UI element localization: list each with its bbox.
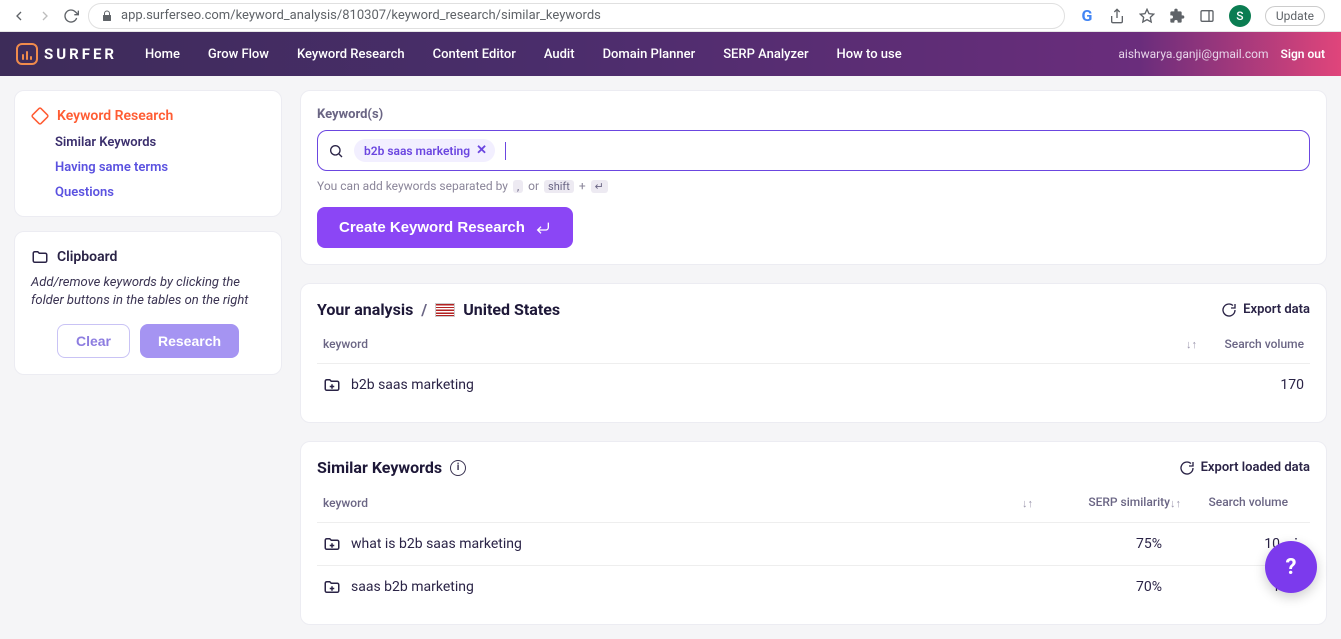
- sort-icon[interactable]: ↓↑: [1186, 338, 1197, 351]
- add-to-clipboard-icon[interactable]: [323, 578, 341, 596]
- browser-chrome: app.surferseo.com/keyword_analysis/81030…: [0, 0, 1341, 32]
- export-data-button[interactable]: Export data: [1221, 302, 1310, 318]
- col-keyword[interactable]: keyword: [323, 496, 1022, 510]
- create-keyword-research-button[interactable]: Create Keyword Research: [317, 207, 573, 248]
- keyword-chip-label: b2b saas marketing: [364, 144, 470, 158]
- nav-grow-flow[interactable]: Grow Flow: [208, 47, 269, 62]
- info-icon[interactable]: i: [450, 460, 466, 476]
- export-icon: [1179, 460, 1195, 476]
- volume-cell: 10: [1180, 536, 1280, 552]
- export-loaded-data-button[interactable]: Export loaded data: [1179, 460, 1310, 476]
- folder-icon: [31, 248, 49, 266]
- similarity-cell: 75%: [1032, 536, 1162, 552]
- sidebar-item-questions[interactable]: Questions: [55, 185, 265, 200]
- keyword-research-icon: [31, 107, 49, 125]
- clear-button[interactable]: Clear: [57, 324, 130, 358]
- kbd-enter: ↵: [591, 180, 608, 193]
- analysis-country: United States: [463, 300, 560, 319]
- url-text: app.surferseo.com/keyword_analysis/81030…: [121, 8, 601, 23]
- keyword-cell: what is b2b saas marketing: [351, 536, 522, 552]
- google-icon[interactable]: G: [1079, 8, 1095, 24]
- sidebar-nav-card: Keyword Research Similar Keywords Having…: [14, 90, 282, 217]
- help-fab[interactable]: ?: [1265, 541, 1317, 593]
- add-to-clipboard-icon[interactable]: [323, 376, 341, 394]
- remove-chip-icon[interactable]: ✕: [476, 143, 487, 158]
- nav-home[interactable]: Home: [145, 47, 180, 62]
- similar-keywords-card: Similar Keywords i Export loaded data ke…: [300, 441, 1327, 624]
- nav-keyword-research[interactable]: Keyword Research: [297, 47, 405, 62]
- share-icon[interactable]: [1109, 8, 1125, 24]
- user-email: aishwarya.ganji@gmail.com: [1118, 47, 1268, 61]
- url-bar[interactable]: app.surferseo.com/keyword_analysis/81030…: [88, 3, 1065, 29]
- nav-domain-planner[interactable]: Domain Planner: [603, 47, 696, 62]
- sidebar-item-similar-keywords[interactable]: Similar Keywords: [55, 135, 265, 150]
- logo-icon: [16, 43, 38, 65]
- keyword-chip[interactable]: b2b saas marketing ✕: [354, 139, 495, 162]
- table-row: saas b2b marketing 70% 1: [317, 565, 1310, 608]
- extensions-icon[interactable]: [1169, 8, 1185, 24]
- profile-avatar[interactable]: S: [1229, 5, 1251, 27]
- clipboard-card: Clipboard Add/remove keywords by clickin…: [14, 231, 282, 375]
- similar-title: Similar Keywords: [317, 458, 442, 477]
- star-icon[interactable]: [1139, 8, 1155, 24]
- sort-icon[interactable]: ↓↑: [1022, 497, 1033, 510]
- keyword-cell: saas b2b marketing: [351, 579, 474, 595]
- kbd-comma: ,: [513, 180, 523, 193]
- your-analysis-card: Your analysis / United States Export dat…: [300, 283, 1327, 423]
- update-button[interactable]: Update: [1265, 6, 1325, 26]
- keyword-input-card: Keyword(s) b2b saas marketing ✕ You can …: [300, 90, 1327, 265]
- reload-button[interactable]: [62, 7, 80, 25]
- sidepanel-icon[interactable]: [1199, 8, 1215, 24]
- table-row: what is b2b saas marketing 75% 10 ⋮: [317, 522, 1310, 565]
- nav-serp-analyzer[interactable]: SERP Analyzer: [723, 47, 808, 62]
- col-search-volume[interactable]: Search volume: [1204, 337, 1304, 351]
- keyword-cell: b2b saas marketing: [351, 377, 474, 393]
- nav-how-to-use[interactable]: How to use: [837, 47, 902, 62]
- app-topnav: SURFER Home Grow Flow Keyword Research C…: [0, 32, 1341, 76]
- sort-icon[interactable]: ↓↑: [1170, 497, 1181, 510]
- volume-cell: 1: [1180, 579, 1280, 595]
- lock-icon: [101, 10, 113, 22]
- sign-out-link[interactable]: Sign out: [1281, 47, 1325, 61]
- col-serp-similarity[interactable]: SERP similarity: [1040, 495, 1170, 509]
- analysis-title: Your analysis: [317, 300, 413, 319]
- research-button[interactable]: Research: [140, 324, 239, 358]
- keywords-label: Keyword(s): [317, 107, 1310, 122]
- us-flag-icon: [435, 303, 455, 317]
- nav-audit[interactable]: Audit: [544, 47, 575, 62]
- kbd-shift: shift: [544, 180, 574, 193]
- export-icon: [1221, 302, 1237, 318]
- clipboard-title: Clipboard: [57, 249, 117, 265]
- add-to-clipboard-icon[interactable]: [323, 535, 341, 553]
- forward-button[interactable]: [36, 7, 54, 25]
- brand-text: SURFER: [44, 45, 117, 63]
- keyword-input[interactable]: b2b saas marketing ✕: [317, 130, 1310, 171]
- col-keyword[interactable]: keyword: [323, 337, 1186, 351]
- keyword-hint: You can add keywords separated by , or s…: [317, 179, 1310, 193]
- text-cursor: [505, 142, 506, 160]
- sidebar-item-having-same-terms[interactable]: Having same terms: [55, 160, 265, 175]
- analysis-sep: /: [421, 300, 427, 319]
- clipboard-description: Add/remove keywords by clicking the fold…: [31, 274, 265, 310]
- search-icon: [328, 143, 344, 159]
- nav-content-editor[interactable]: Content Editor: [433, 47, 516, 62]
- sidebar-heading: Keyword Research: [57, 108, 173, 124]
- volume-cell: 170: [1204, 377, 1304, 393]
- brand-logo[interactable]: SURFER: [16, 43, 117, 65]
- table-row: b2b saas marketing 170: [317, 363, 1310, 406]
- col-search-volume[interactable]: Search volume: [1188, 495, 1288, 509]
- back-button[interactable]: [10, 7, 28, 25]
- similarity-cell: 70%: [1032, 579, 1162, 595]
